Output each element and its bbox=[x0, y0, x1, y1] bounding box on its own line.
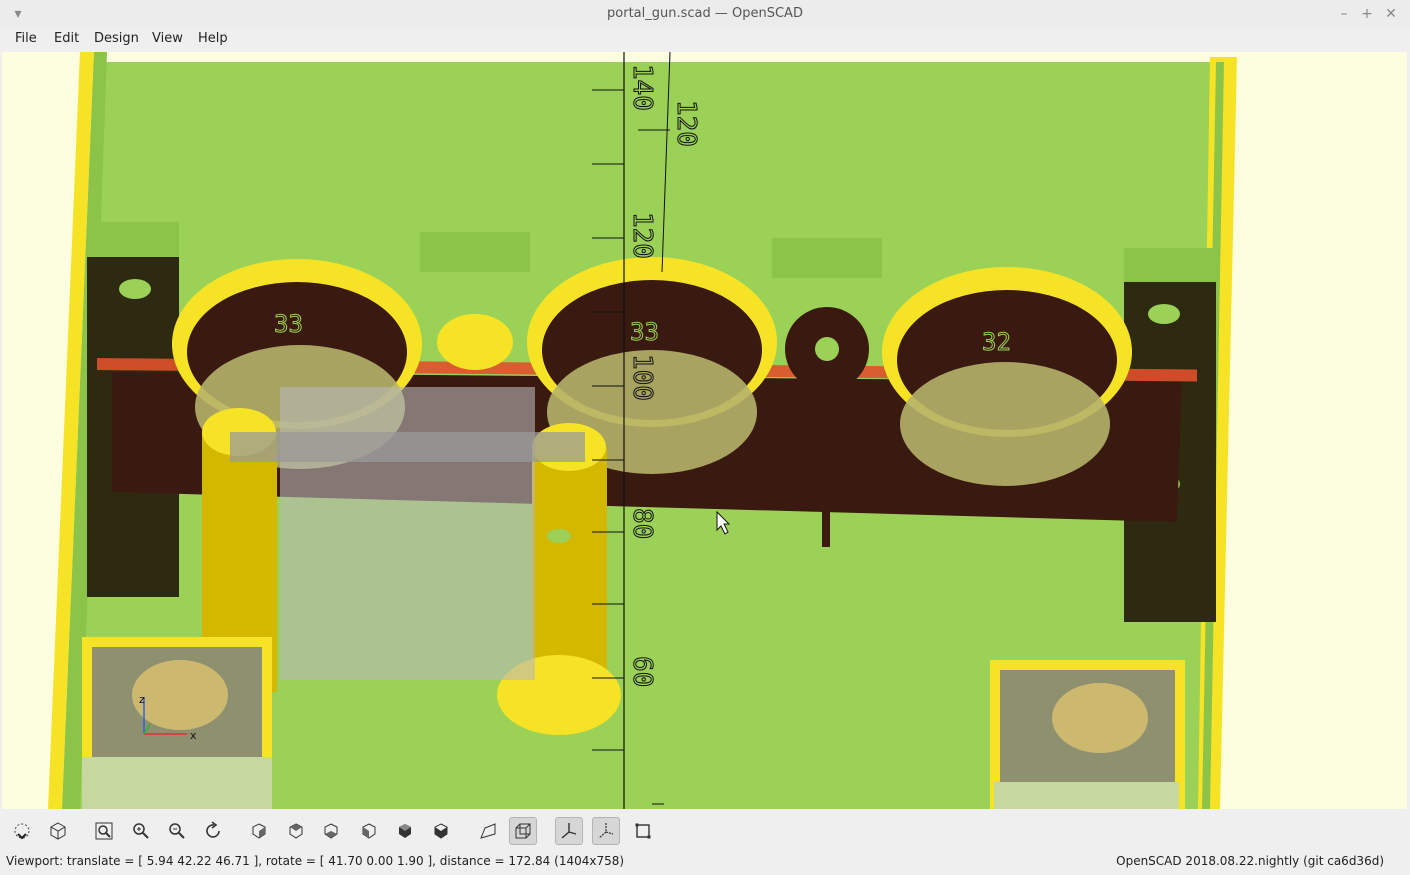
view-left-button[interactable] bbox=[355, 817, 383, 845]
tick-label-120: 120 bbox=[627, 212, 657, 259]
view-right-icon bbox=[252, 823, 266, 839]
zoom-in-icon bbox=[133, 823, 149, 839]
orthogonal-icon bbox=[515, 823, 531, 839]
menu-bar: File Edit Design View Help bbox=[0, 28, 1410, 52]
menu-edit[interactable]: Edit bbox=[52, 31, 81, 46]
reset-view-button[interactable] bbox=[199, 817, 227, 845]
show-edges-button[interactable] bbox=[629, 817, 657, 845]
view-back-icon bbox=[434, 823, 448, 839]
tick-label-140: 140 bbox=[627, 64, 657, 111]
tick-label-100: 100 bbox=[627, 354, 657, 401]
preview-button[interactable] bbox=[8, 817, 36, 845]
gear-label-1: 33 bbox=[274, 310, 303, 338]
view-front-button[interactable] bbox=[391, 817, 419, 845]
preview-icon bbox=[14, 823, 30, 840]
view-left-icon bbox=[362, 823, 376, 839]
show-scale-markers-button[interactable] bbox=[592, 817, 620, 845]
zoom-out-button[interactable] bbox=[163, 817, 191, 845]
view-bottom-icon bbox=[324, 823, 338, 839]
tick-label-60: 60 bbox=[627, 656, 657, 687]
menu-view[interactable]: View bbox=[150, 31, 185, 46]
perspective-button[interactable] bbox=[474, 817, 502, 845]
tick-label-80: 80 bbox=[627, 508, 657, 539]
menu-design[interactable]: Design bbox=[92, 31, 141, 46]
render-icon bbox=[50, 822, 66, 840]
reset-view-icon bbox=[206, 821, 220, 838]
show-edges-icon bbox=[635, 823, 651, 839]
bottom-module-left bbox=[82, 637, 272, 809]
view-top-icon bbox=[289, 823, 303, 839]
gear-label-2: 33 bbox=[630, 318, 659, 346]
view-top-button[interactable] bbox=[282, 817, 310, 845]
servo-motor bbox=[230, 387, 585, 680]
motor-shaft bbox=[437, 314, 513, 370]
axis-x-label: x bbox=[190, 729, 197, 742]
3d-viewport[interactable]: 33 33 32 140 120 120 100 80 60 z x bbox=[2, 52, 1407, 809]
tick-label-120-upper: 120 bbox=[671, 100, 701, 147]
view-right-button[interactable] bbox=[245, 817, 273, 845]
view-toolbar bbox=[0, 809, 1410, 851]
view-front-icon bbox=[399, 824, 411, 838]
close-icon[interactable]: ✕ bbox=[1381, 4, 1401, 24]
zoom-out-icon bbox=[169, 823, 185, 839]
bottom-module-right bbox=[990, 660, 1185, 809]
maximize-icon[interactable]: + bbox=[1357, 4, 1377, 24]
menu-help[interactable]: Help bbox=[196, 31, 230, 46]
zoom-in-button[interactable] bbox=[127, 817, 155, 845]
title-bar: ▾ portal_gun.scad — OpenSCAD – + ✕ bbox=[0, 0, 1410, 29]
status-bar: Viewport: translate = [ 5.94 42.22 46.71… bbox=[0, 851, 1410, 875]
minimize-icon[interactable]: – bbox=[1334, 4, 1354, 24]
menu-file[interactable]: File bbox=[13, 31, 39, 46]
view-back-button[interactable] bbox=[427, 817, 455, 845]
viewport-info: Viewport: translate = [ 5.94 42.22 46.71… bbox=[6, 854, 625, 868]
gear-label-3: 32 bbox=[982, 328, 1011, 356]
show-axes-icon bbox=[561, 823, 577, 839]
view-all-button[interactable] bbox=[90, 817, 118, 845]
render-button[interactable] bbox=[44, 817, 72, 845]
version-label: OpenSCAD 2018.08.22.nightly (git ca6d36d… bbox=[1116, 854, 1384, 868]
scale-markers-icon bbox=[598, 823, 614, 839]
show-axes-button[interactable] bbox=[555, 817, 583, 845]
gear-right bbox=[882, 267, 1132, 486]
axis-z-label: z bbox=[139, 693, 145, 706]
view-all-icon bbox=[95, 822, 113, 840]
orthogonal-button[interactable] bbox=[509, 817, 537, 845]
window-title: portal_gun.scad — OpenSCAD bbox=[607, 6, 803, 21]
view-bottom-button[interactable] bbox=[317, 817, 345, 845]
perspective-icon bbox=[480, 823, 496, 839]
